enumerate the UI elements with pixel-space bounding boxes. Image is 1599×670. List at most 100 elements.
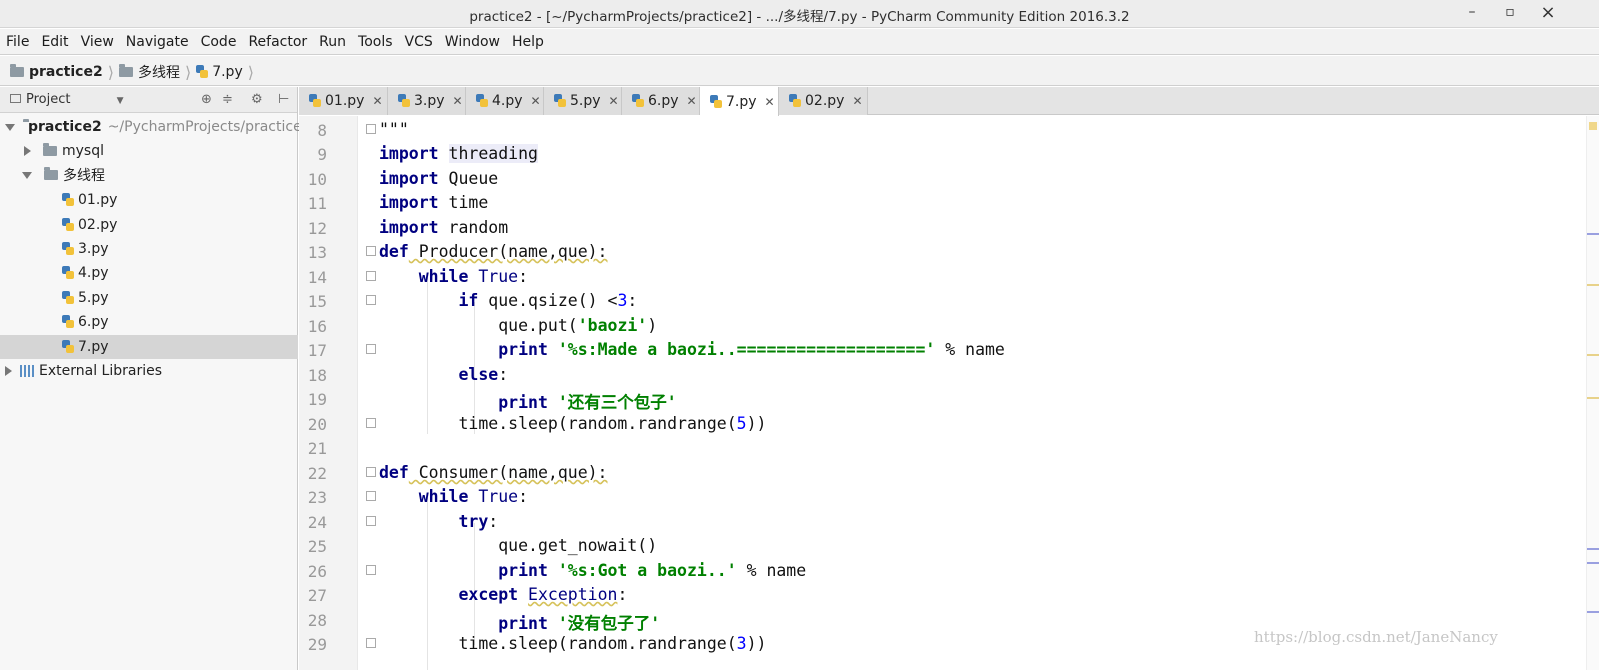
fold-marker-icon[interactable] — [366, 467, 376, 477]
code-line-26: print '%s:Got a baozi..' % name — [498, 561, 807, 580]
fold-marker-icon[interactable] — [366, 124, 376, 134]
line-number: 8 — [317, 121, 327, 140]
breadcrumb-project[interactable]: practice2 — [29, 64, 103, 80]
python-file-icon — [62, 218, 74, 232]
fold-marker-icon[interactable] — [366, 516, 376, 526]
folder-icon — [44, 167, 58, 180]
fold-marker-icon[interactable] — [366, 295, 376, 305]
tab-5py[interactable]: 5.py ✕ — [544, 87, 622, 115]
tree-item-7py[interactable]: 7.py — [0, 335, 298, 359]
warning-status-icon[interactable] — [1589, 122, 1597, 130]
stripe-marker[interactable] — [1587, 397, 1599, 399]
menu-help[interactable]: Help — [512, 34, 544, 50]
expand-arrow-icon[interactable] — [24, 146, 31, 156]
tab-01py[interactable]: 01.py ✕ — [299, 87, 388, 115]
minimize-button[interactable]: – — [1462, 4, 1482, 22]
tree-item-threads-folder[interactable]: 多线程 — [0, 163, 298, 187]
tree-item-mysql[interactable]: mysql — [0, 139, 298, 163]
code-line-8: """ — [379, 120, 409, 139]
stripe-marker[interactable] — [1587, 284, 1599, 286]
line-number: 22 — [307, 464, 327, 483]
code-line-11: import time — [379, 193, 489, 212]
menu-view[interactable]: View — [81, 34, 114, 50]
stripe-marker[interactable] — [1587, 233, 1599, 235]
tab-3py[interactable]: 3.py ✕ — [388, 87, 466, 115]
tab-4py[interactable]: 4.py ✕ — [466, 87, 544, 115]
project-icon — [10, 94, 21, 103]
python-file-icon — [309, 94, 321, 108]
collapse-all-icon[interactable]: ≑ — [222, 92, 233, 107]
close-window-button[interactable]: × — [1538, 2, 1558, 23]
python-file-icon — [196, 65, 209, 79]
code-line-27: except Exception: — [458, 585, 628, 604]
menu-code[interactable]: Code — [201, 34, 237, 50]
tree-item-6py[interactable]: 6.py — [0, 310, 298, 334]
window-title: practice2 - [~/PycharmProjects/practice2… — [469, 9, 1130, 25]
project-view-select[interactable]: Project ▼ — [10, 92, 124, 107]
menu-tools[interactable]: Tools — [358, 34, 393, 50]
line-number: 25 — [307, 537, 327, 556]
tree-item-02py[interactable]: 02.py — [0, 213, 298, 237]
close-tab-icon[interactable]: ✕ — [453, 94, 463, 108]
tab-6py[interactable]: 6.py ✕ — [622, 87, 700, 115]
code-editor[interactable]: 8 9 10 11 12 13 14 15 16 17 18 19 20 21 … — [299, 116, 1599, 670]
tree-item-external-libraries[interactable]: External Libraries — [0, 359, 298, 383]
code-line-19: print '还有三个包子' — [498, 393, 677, 412]
close-tab-icon[interactable]: ✕ — [531, 94, 541, 108]
tree-item-root[interactable]: practice2 ~/PycharmProjects/practice2 — [0, 115, 311, 139]
fold-marker-icon[interactable] — [366, 271, 376, 281]
python-file-icon — [632, 94, 644, 108]
line-number: 9 — [317, 145, 327, 164]
menu-file[interactable]: File — [6, 34, 29, 50]
menu-vcs[interactable]: VCS — [405, 34, 433, 50]
libraries-icon — [20, 365, 34, 377]
menu-edit[interactable]: Edit — [41, 34, 68, 50]
close-tab-icon[interactable]: ✕ — [765, 95, 775, 109]
hide-panel-icon[interactable]: ⊢ — [278, 92, 289, 107]
editor-tabs: 01.py ✕ 3.py ✕ 4.py ✕ 5.py ✕ 6.py ✕ 7.py ✕ 02.… — [299, 87, 1599, 116]
breadcrumb-folder[interactable]: 多线程 — [138, 62, 180, 82]
fold-marker-icon[interactable] — [366, 418, 376, 428]
maximize-button[interactable]: ▫ — [1500, 4, 1520, 22]
close-tab-icon[interactable]: ✕ — [687, 94, 697, 108]
project-panel-header: Project ▼ ⊕ ≑ ⚙ ⊢ — [0, 87, 297, 113]
line-number: 10 — [307, 170, 327, 189]
breadcrumb-file[interactable]: 7.py — [212, 64, 243, 80]
tree-item-4py[interactable]: 4.py — [0, 261, 298, 285]
stripe-marker[interactable] — [1587, 562, 1599, 564]
line-number: 27 — [307, 586, 327, 605]
stripe-marker[interactable] — [1587, 548, 1599, 550]
fold-marker-icon[interactable] — [366, 565, 376, 575]
close-tab-icon[interactable]: ✕ — [372, 94, 382, 108]
fold-marker-icon[interactable] — [366, 246, 376, 256]
expand-arrow-icon[interactable] — [22, 171, 32, 179]
error-stripe[interactable] — [1586, 116, 1599, 670]
chevron-right-icon: ⟩ — [247, 62, 254, 82]
code-line-23: while True: — [418, 487, 529, 506]
expand-arrow-icon[interactable] — [5, 366, 12, 376]
tab-7py[interactable]: 7.py ✕ — [700, 87, 779, 116]
navigation-bar: practice2 ⟩ 多线程 ⟩ 7.py ⟩ 7 ▼ — [0, 56, 1599, 137]
close-tab-icon[interactable]: ✕ — [609, 94, 619, 108]
chevron-right-icon: ⟩ — [107, 62, 114, 82]
tab-02py[interactable]: 02.py ✕ — [779, 87, 868, 115]
stripe-marker[interactable] — [1587, 611, 1599, 613]
code-line-15: if que.qsize() <3: — [458, 291, 638, 310]
tree-item-3py[interactable]: 3.py — [0, 237, 298, 261]
tree-item-01py[interactable]: 01.py — [0, 188, 298, 212]
fold-marker-icon[interactable] — [366, 344, 376, 354]
gear-icon[interactable]: ⚙ — [251, 92, 263, 107]
menu-window[interactable]: Window — [445, 34, 500, 50]
python-file-icon — [62, 315, 74, 329]
fold-marker-icon[interactable] — [366, 491, 376, 501]
menu-navigate[interactable]: Navigate — [126, 34, 189, 50]
stripe-marker[interactable] — [1587, 354, 1599, 356]
menu-run[interactable]: Run — [319, 34, 346, 50]
line-number: 26 — [307, 562, 327, 581]
tree-item-5py[interactable]: 5.py — [0, 286, 298, 310]
close-tab-icon[interactable]: ✕ — [852, 94, 862, 108]
expand-arrow-icon[interactable] — [5, 123, 15, 131]
locate-icon[interactable]: ⊕ — [201, 92, 212, 107]
fold-marker-icon[interactable] — [366, 638, 376, 648]
menu-refactor[interactable]: Refactor — [248, 34, 307, 50]
